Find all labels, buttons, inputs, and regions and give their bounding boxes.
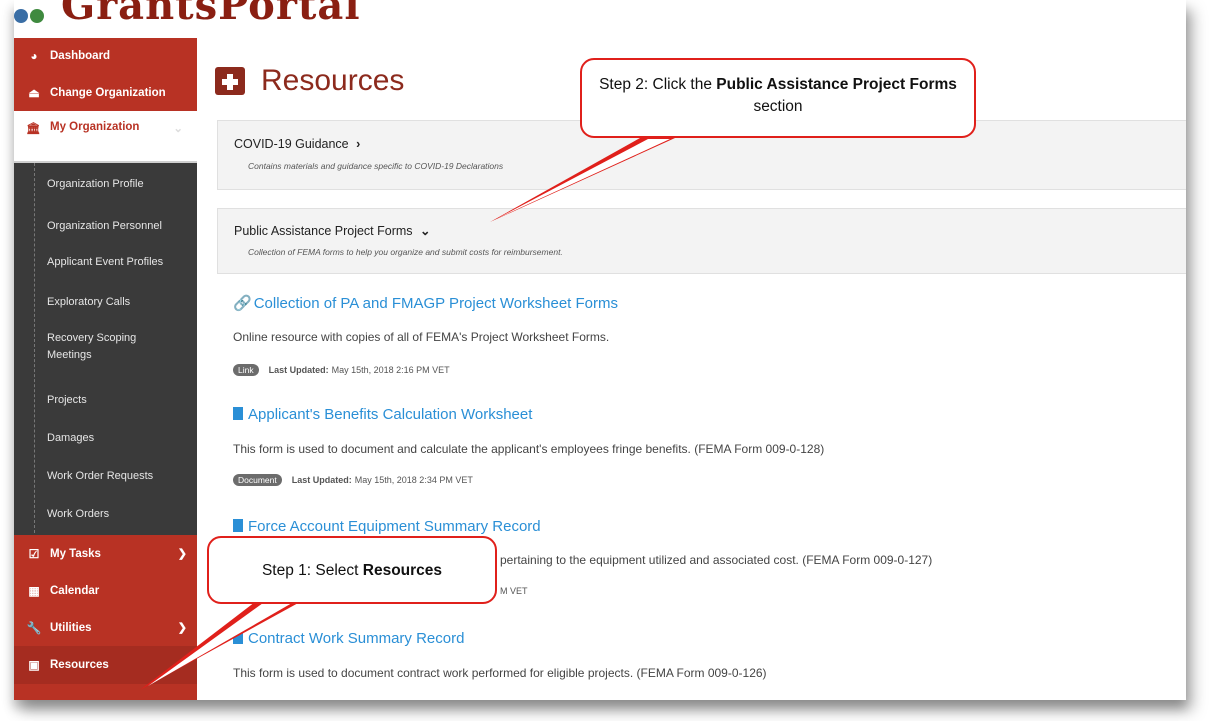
step2-callout: Step 2: Click the Public Assistance Proj…: [580, 58, 976, 138]
dashboard-icon: ◕: [30, 49, 38, 63]
section-public-assistance-project-forms[interactable]: Public Assistance Project Forms ⌄ Collec…: [217, 208, 1186, 274]
document-icon: [233, 631, 243, 644]
logo-globe-icon: [14, 0, 46, 33]
resource-document-title[interactable]: Contract Work Summary Record: [233, 630, 464, 647]
sidebar-subitem-applicant-event-profiles[interactable]: Applicant Event Profiles: [14, 254, 197, 271]
link-icon: 🔗: [233, 295, 252, 312]
page-title: Resources: [215, 64, 404, 98]
calendar-icon: ▦: [28, 583, 40, 598]
screenshot-frame: GrantsPortal ◕ Dashboard ⏏ Change Organi…: [0, 0, 1210, 721]
sidebar-item-change-organization[interactable]: ⏏ Change Organization: [14, 74, 197, 111]
page-title-text: Resources: [261, 64, 405, 97]
sidebar-subitem-damages[interactable]: Damages: [14, 430, 197, 447]
resource-description: Online resource with copies of all of FE…: [233, 330, 610, 344]
sidebar-subitem-projects[interactable]: Projects: [14, 392, 197, 409]
sidebar-item-label: My Organization: [50, 121, 140, 133]
updated-value: May 15th, 2018 2:16 PM VET: [331, 365, 450, 375]
medkit-icon: [215, 67, 245, 95]
resource-document-title[interactable]: Applicant's Benefits Calculation Workshe…: [233, 406, 532, 423]
step1-callout: Step 1: Select Resources: [207, 536, 497, 604]
resource-document-title[interactable]: Force Account Equipment Summary Record: [233, 518, 541, 535]
resource-type-badge: Document: [233, 474, 282, 486]
updated-value: May 15th, 2018 2:34 PM VET: [354, 475, 473, 485]
resource-title-text: Force Account Equipment Summary Record: [248, 518, 541, 535]
section-title[interactable]: Public Assistance Project Forms ⌄: [234, 223, 431, 238]
sidebar-subitem-organization-profile[interactable]: Organization Profile: [14, 176, 197, 193]
updated-label: Last Updated:: [268, 365, 329, 375]
resource-title-text: Applicant's Benefits Calculation Workshe…: [248, 406, 533, 423]
sidebar-subitem-work-order-requests[interactable]: Work Order Requests: [14, 468, 197, 485]
sidebar-item-calendar[interactable]: ▦ Calendar: [14, 572, 197, 609]
callout-text: Step 1: Select: [261, 562, 363, 579]
resource-title-text: Contract Work Summary Record: [248, 630, 465, 647]
sidebar-item-label: Change Organization: [50, 86, 166, 99]
sidebar-subitem-exploratory-calls[interactable]: Exploratory Calls: [14, 294, 197, 311]
logo-text: GrantsPortal: [60, 0, 361, 29]
callout-bold-text: Public Assistance Project Forms: [716, 76, 957, 93]
callout-text: section: [753, 98, 803, 115]
resource-link-title[interactable]: 🔗 Collection of PA and FMAGP Project Work…: [233, 294, 618, 312]
sidebar-item-label: Utilities: [50, 621, 92, 634]
eject-icon: ⏏: [28, 85, 40, 100]
sidebar: ◕ Dashboard ⏏ Change Organization 🏛 My O…: [14, 38, 197, 700]
chevron-down-icon: ⌄: [173, 123, 183, 135]
resource-description: This form is used to document contract w…: [233, 666, 767, 680]
document-icon: [233, 519, 243, 532]
section-description: Contains materials and guidance specific…: [248, 161, 504, 171]
chevron-down-icon: ❯: [177, 622, 187, 634]
sidebar-item-resources[interactable]: ▣ Resources: [14, 646, 197, 684]
sidebar-item-label: Calendar: [50, 584, 100, 597]
resource-description: This form is used to document and calcul…: [233, 442, 825, 456]
chevron-right-icon: ›: [356, 137, 361, 151]
sidebar-item-label: Dashboard: [50, 50, 111, 62]
resource-title-text: Collection of PA and FMAGP Project Works…: [253, 295, 618, 312]
updated-value: M VET: [500, 586, 528, 596]
section-title[interactable]: COVID-19 Guidance ›: [234, 137, 360, 151]
sidebar-item-label: Resources: [50, 659, 109, 671]
sidebar-item-my-organization[interactable]: 🏛 My Organization ⌄: [14, 111, 197, 163]
sidebar-item-my-tasks[interactable]: ☑ My Tasks ❯: [14, 535, 197, 572]
sidebar-item-utilities[interactable]: 🔧 Utilities ❯: [14, 609, 197, 646]
resource-description: pertaining to the equipment utilized and…: [500, 553, 933, 567]
sidebar-subitem-organization-personnel[interactable]: Organization Personnel: [14, 218, 197, 235]
sidebar-footer-strip: [14, 684, 197, 700]
sidebar-subitem-work-orders[interactable]: Work Orders: [14, 506, 197, 523]
resource-meta: Document Last Updated: May 15th, 2018 2:…: [233, 474, 473, 486]
wrench-icon: 🔧: [26, 620, 42, 635]
chevron-down-icon: ❯: [177, 548, 187, 560]
sidebar-item-label: My Tasks: [50, 547, 101, 560]
medkit-icon: ▣: [28, 658, 40, 672]
section-title-text: Public Assistance Project Forms: [234, 224, 413, 238]
document-icon: [233, 407, 243, 420]
sidebar-item-dashboard[interactable]: ◕ Dashboard: [14, 38, 197, 74]
resource-type-badge: Link: [233, 364, 259, 376]
updated-label: Last Updated:: [291, 475, 352, 485]
chevron-down-icon: ⌄: [420, 224, 431, 238]
callout-text: Step 2: Click the: [599, 76, 717, 93]
section-description: Collection of FEMA forms to help you org…: [248, 247, 563, 257]
resource-meta: M VET: [500, 586, 528, 596]
bank-icon: 🏛: [26, 123, 41, 135]
sidebar-subitem-recovery-scoping-meetings[interactable]: Recovery Scoping Meetings: [14, 330, 154, 364]
resource-meta: Link Last Updated: May 15th, 2018 2:16 P…: [233, 364, 450, 376]
checkbox-icon: ☑: [28, 546, 40, 561]
section-title-text: COVID-19 Guidance: [234, 137, 349, 151]
app-logo[interactable]: GrantsPortal: [14, 0, 374, 29]
callout-bold-text: Resources: [362, 562, 443, 579]
